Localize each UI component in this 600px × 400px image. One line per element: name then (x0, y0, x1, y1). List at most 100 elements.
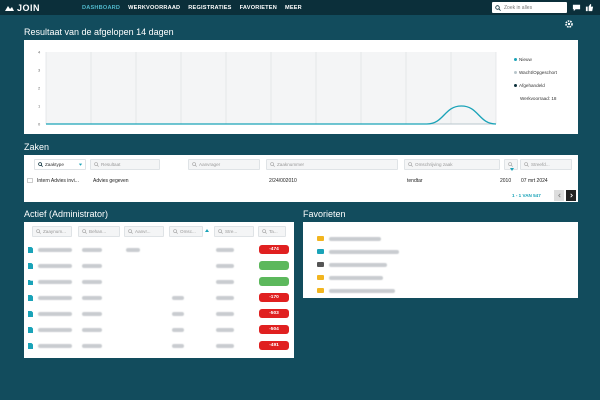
search-icon (524, 162, 529, 167)
omschrijving-filter[interactable]: Omschrijving zaak (404, 159, 500, 170)
blurred-text (216, 248, 234, 252)
global-search[interactable] (492, 2, 567, 13)
chart-panel: 4 3 2 1 0 Nieuw Wacht/Opgeschort Afgehandeld… (24, 40, 578, 134)
resultaat-filter-label: Resultaat (101, 162, 121, 167)
aanvrager-filter-label: Aanvrager (199, 162, 221, 167)
gear-icon[interactable] (564, 19, 574, 29)
chat-icon[interactable] (572, 3, 581, 12)
aanvrager-filter[interactable]: Aanvrager (188, 159, 260, 170)
favorite-item[interactable] (317, 234, 417, 244)
actief-filter-omschrijving[interactable]: Omsc... (169, 226, 203, 237)
werkvoorraad-count: Werkvoorraad: 18 (520, 96, 557, 101)
streefdatum-filter[interactable]: Streefd... (520, 159, 572, 170)
document-icon (28, 295, 33, 301)
actief-filter-streefdatum[interactable]: Stre... (214, 226, 254, 237)
blurred-text (216, 296, 234, 300)
resultaat-filter[interactable]: Resultaat (90, 159, 160, 170)
table-row[interactable]: -170 (24, 290, 294, 306)
folder-icon (317, 236, 324, 241)
chart-legend: Nieuw Wacht/Opgeschort Afgehandeld Werkv… (514, 53, 574, 105)
actief-filter-behandelaar[interactable]: Behan... (78, 226, 120, 237)
chevron-left-icon (557, 193, 561, 198)
cell-datum: 07 mrt 2024 (521, 178, 548, 184)
blurred-text (82, 344, 102, 348)
search-icon (94, 162, 99, 167)
blurred-text (172, 328, 184, 332)
actief-panel: Zaaynum... Behan... Aanvr... Omsc... Str… (24, 222, 294, 358)
blurred-text (216, 312, 234, 316)
blurred-text (216, 328, 234, 332)
zaaktype-filter[interactable]: Zaaktype (34, 159, 86, 170)
legend-label: Wacht/Opgeschort (519, 70, 557, 75)
blurred-text (38, 248, 72, 252)
blurred-text (38, 280, 72, 284)
document-icon (28, 263, 33, 269)
blurred-text (38, 328, 72, 332)
legend-item-nieuw[interactable]: Nieuw (514, 53, 574, 66)
legend-label: Afgehandeld (519, 83, 545, 88)
actief-section-title: Actief (Administrator) (24, 209, 109, 219)
table-row[interactable] (24, 274, 294, 290)
blurred-text (38, 312, 72, 316)
folder-icon (317, 288, 324, 293)
nav-dashboard[interactable]: DASHBOARD (82, 5, 120, 11)
next-page-button[interactable] (566, 190, 576, 201)
sort-down-icon[interactable] (509, 167, 515, 172)
filter-label: Behan... (89, 229, 107, 234)
chevron-right-icon (569, 193, 573, 198)
previous-page-button[interactable] (554, 190, 564, 201)
document-icon (317, 249, 324, 254)
thumbs-up-icon[interactable] (585, 3, 594, 12)
favorite-item[interactable] (317, 273, 417, 283)
blurred-text (38, 344, 72, 348)
table-row[interactable] (24, 258, 294, 274)
blurred-text (329, 237, 381, 241)
zaaktype-filter-label: Zaaktype (45, 162, 64, 167)
blurred-text (82, 248, 102, 252)
actief-filter-aanvrager[interactable]: Aanvr... (124, 226, 164, 237)
search-icon (36, 229, 41, 234)
favorite-item[interactable] (317, 260, 417, 270)
blurred-text (329, 289, 395, 293)
table-row[interactable]: -504 (24, 322, 294, 338)
table-row[interactable]: -503 (24, 306, 294, 322)
search-icon (218, 229, 223, 234)
folder-icon (28, 280, 33, 285)
table-row[interactable]: -491 (24, 338, 294, 354)
search-icon (128, 229, 133, 234)
legend-item-wacht[interactable]: Wacht/Opgeschort (514, 66, 574, 79)
line-chart: 4 3 2 1 0 (38, 50, 497, 127)
search-input[interactable] (504, 4, 564, 11)
cell-resultaat: Advies gegeven (93, 178, 129, 184)
blurred-text (82, 280, 102, 284)
grid-icon (317, 262, 324, 267)
nav-registraties[interactable]: REGISTRATIES (188, 5, 231, 11)
nav-favorieten[interactable]: FAVORIETEN (240, 5, 277, 11)
app-logo[interactable]: JOIN (4, 2, 40, 13)
actief-filter-zaaknummer[interactable]: Zaaynum... (32, 226, 72, 237)
cloud-logo-icon (5, 5, 14, 11)
search-icon (192, 162, 197, 167)
zaaknummer-filter[interactable]: Zaaknummer (266, 159, 398, 170)
actief-filter-termijn[interactable]: Ta... (258, 226, 286, 237)
status-badge: -504 (259, 325, 289, 334)
cell-omschrijving: tendtar (407, 178, 423, 184)
blurred-text (172, 296, 184, 300)
blurred-text (82, 264, 102, 268)
row-toggle-icon[interactable] (27, 178, 33, 183)
sort-up-icon[interactable] (204, 228, 210, 233)
zaken-panel: Zaaktype Resultaat Aanvrager Zaaknummer … (24, 155, 578, 202)
legend-item-afgehandeld[interactable]: Afgehandeld (514, 79, 574, 92)
blurred-text (38, 264, 72, 268)
sort-down-icon (78, 163, 83, 166)
zaken-section-title: Zaken (24, 142, 50, 152)
document-icon (28, 311, 33, 317)
favorite-item[interactable] (317, 247, 417, 257)
y-tick-label: 2 (38, 86, 41, 91)
nav-werkvoorraad[interactable]: WERKVOORRAAD (128, 5, 180, 11)
favorite-item[interactable] (317, 286, 417, 296)
y-tick-label: 4 (38, 50, 41, 55)
nav-meer[interactable]: MEER (285, 5, 302, 11)
table-row[interactable]: -474 (24, 242, 294, 258)
table-row[interactable]: Intern Advies invi... Advies gegeven 2/2… (24, 175, 578, 187)
